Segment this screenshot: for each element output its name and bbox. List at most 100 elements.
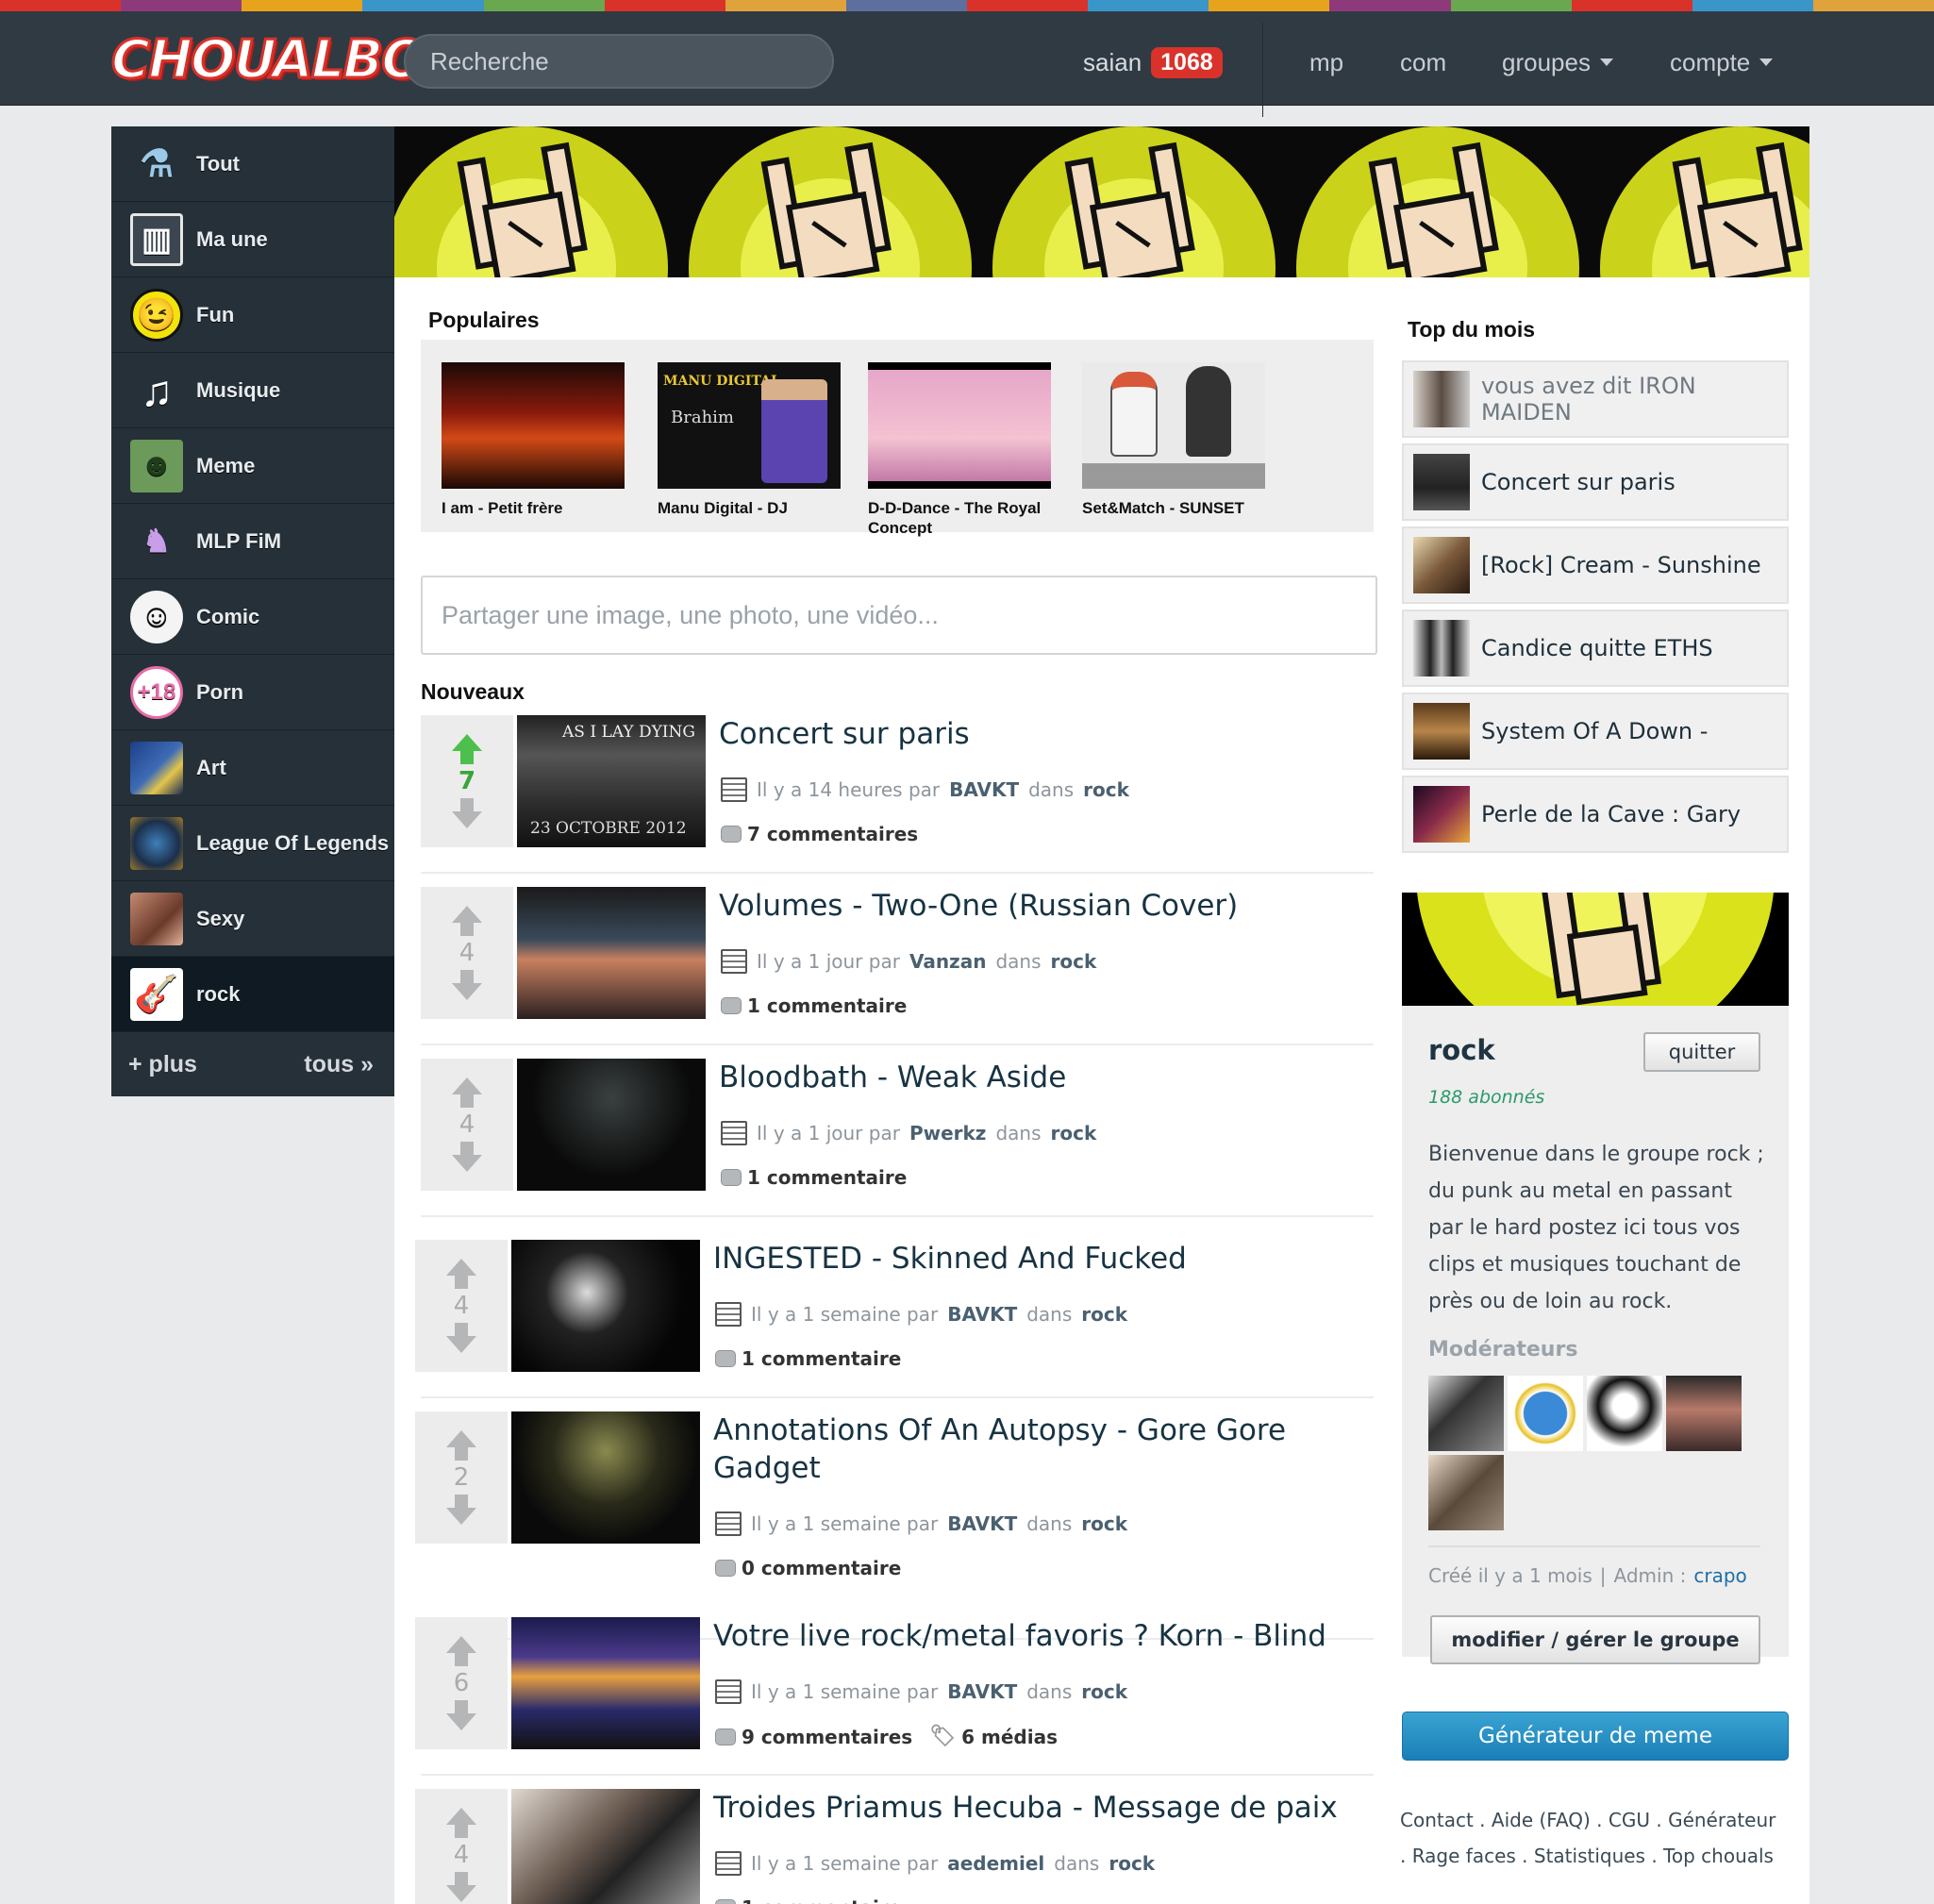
sidebar-item-ma-une[interactable]: ▥ Ma une [111,202,394,277]
admin-link[interactable]: crapo [1693,1564,1746,1587]
nav-mp[interactable]: mp [1309,43,1343,81]
all-link[interactable]: tous » [304,1051,374,1078]
popular-caption[interactable]: D-D-Dance - The Royal Concept [868,498,1051,538]
top-item[interactable]: Perle de la Cave : Gary [1402,776,1789,853]
post-thumbnail[interactable] [517,887,706,1019]
moderator-avatar[interactable] [1666,1376,1742,1451]
top-item[interactable]: System Of A Down - [1402,693,1789,770]
post-title[interactable]: Annotations Of An Autopsy - Gore Gore Ga… [713,1411,1364,1487]
downvote-icon[interactable] [446,1700,476,1730]
sidebar-item-tout[interactable]: ⚗ Tout [111,126,394,202]
post-author[interactable]: aedemiel [947,1852,1044,1875]
post-group[interactable]: rock [1050,950,1096,973]
post-author[interactable]: BAVKT [947,1680,1017,1703]
downvote-icon[interactable] [452,1142,482,1172]
post-comments[interactable]: 1 commentaire [721,994,907,1017]
post-comments[interactable]: 1 commentaire [715,1347,901,1370]
post-group[interactable]: rock [1081,1680,1127,1703]
post-author[interactable]: BAVKT [947,1303,1017,1326]
popular-caption[interactable]: Set&Match - SUNSET [1082,498,1265,518]
post-title[interactable]: Votre live rock/metal favoris ? Korn - B… [713,1617,1364,1655]
logo[interactable]: CHOUALBOX [110,28,465,92]
username[interactable]: saian [1083,48,1142,77]
user-info[interactable]: saian 1068 [1083,43,1223,81]
popular-item[interactable]: MANU DIGITAL Brahim Manu Digital - DJ [658,362,841,518]
downvote-icon[interactable] [446,1323,476,1353]
post-group[interactable]: rock [1083,778,1129,801]
downvote-icon[interactable] [446,1495,476,1525]
sidebar-item-comic[interactable]: ☺ Comic [111,579,394,655]
comment-count[interactable]: 0 commentaire [742,1557,901,1579]
footer-line[interactable]: . Rage faces . Statistiques . Top choual… [1400,1838,1796,1874]
post-author[interactable]: BAVKT [947,1512,1017,1535]
comment-count[interactable]: 7 commentaires [747,823,918,845]
comment-count[interactable]: 1 commentaire [742,1347,901,1370]
comment-count[interactable]: 9 commentaires [742,1726,912,1748]
downvote-icon[interactable] [446,1872,476,1902]
more-link[interactable]: + plus [128,1051,197,1078]
sidebar-item-mlp-fim[interactable]: ♞ MLP FiM [111,504,394,579]
sidebar-item-art[interactable]: Art [111,730,394,806]
sidebar-item-musique[interactable]: ♫ Musique [111,353,394,428]
sidebar-item-sexy[interactable]: Sexy [111,881,394,957]
popular-item[interactable]: Set&Match - SUNSET [1082,362,1265,518]
popular-thumbnail[interactable] [1082,362,1265,489]
moderator-avatar[interactable] [1587,1376,1662,1451]
post-title[interactable]: Bloodbath - Weak Aside [719,1059,1370,1096]
downvote-icon[interactable] [452,798,482,828]
post-comments[interactable]: 7 commentaires [721,823,918,845]
post-thumbnail[interactable]: AS I LAY DYING 23 OCTOBRE 2012 [517,715,706,847]
manage-group-button[interactable]: modifier / gérer le groupe [1430,1615,1760,1664]
top-item[interactable]: Candice quitte ETHS [1402,610,1789,687]
moderator-avatar[interactable] [1428,1376,1504,1451]
post-group[interactable]: rock [1081,1303,1127,1326]
comment-count[interactable]: 1 commentaire [747,1166,907,1189]
popular-caption[interactable]: Manu Digital - DJ [658,498,841,518]
upvote-icon[interactable] [446,1808,476,1838]
popular-item[interactable]: D-D-Dance - The Royal Concept [868,362,1051,538]
top-item[interactable]: [Rock] Cream - Sunshine [1402,526,1789,604]
top-item[interactable]: Concert sur paris [1402,443,1789,521]
popular-thumbnail[interactable]: MANU DIGITAL Brahim [658,362,841,489]
sidebar-item-league-of-legends[interactable]: League Of Legends [111,806,394,881]
popular-item[interactable]: I am - Petit frère [442,362,625,518]
nav-com[interactable]: com [1400,43,1446,81]
post-author[interactable]: Pwerkz [909,1122,987,1144]
sidebar-item-fun[interactable]: 😉 Fun [111,277,394,353]
post-thumbnail[interactable] [511,1411,700,1544]
popular-caption[interactable]: I am - Petit frère [442,498,625,518]
leave-group-button[interactable]: quitter [1643,1032,1760,1072]
nav-compte[interactable]: compte [1670,43,1774,81]
nav-groupes[interactable]: groupes [1502,43,1613,81]
upvote-icon[interactable] [452,906,482,936]
post-title[interactable]: INGESTED - Skinned And Fucked [713,1240,1364,1278]
upvote-icon[interactable] [446,1430,476,1461]
post-comments[interactable]: 1 commentaire [715,1896,901,1904]
upvote-icon[interactable] [452,1077,482,1108]
post-author[interactable]: BAVKT [949,778,1019,801]
upvote-icon[interactable] [452,734,482,764]
popular-thumbnail[interactable] [442,362,625,489]
post-thumbnail[interactable] [511,1617,700,1749]
footer-line[interactable]: Contact . Aide (FAQ) . CGU . Générateur [1400,1802,1796,1838]
popular-thumbnail[interactable] [868,362,1051,489]
top-item[interactable]: vous avez dit IRON MAIDEN [1402,360,1789,438]
post-title[interactable]: Troides Priamus Hecuba - Message de paix [713,1789,1364,1827]
meme-generator-button[interactable]: Générateur de meme [1402,1712,1789,1761]
post-thumbnail[interactable] [511,1789,700,1904]
post-comments[interactable]: 9 commentaires 🏷 6 médias [715,1725,1058,1748]
media-count[interactable]: 6 médias [961,1726,1058,1748]
sidebar-item-porn[interactable]: +18 Porn [111,655,394,730]
post-author[interactable]: Vanzan [909,950,987,973]
search-input[interactable] [404,34,834,89]
post-comments[interactable]: 0 commentaire [715,1557,901,1579]
moderator-avatar[interactable] [1428,1455,1504,1530]
upvote-icon[interactable] [446,1636,476,1666]
post-thumbnail[interactable] [511,1240,700,1372]
post-group[interactable]: rock [1081,1512,1127,1535]
post-group[interactable]: rock [1051,1122,1097,1144]
sidebar-item-rock[interactable]: 🎸 rock [111,957,394,1032]
post-group[interactable]: rock [1109,1852,1155,1875]
post-comments[interactable]: 1 commentaire [721,1166,907,1189]
comment-count[interactable]: 1 commentaire [742,1896,901,1904]
